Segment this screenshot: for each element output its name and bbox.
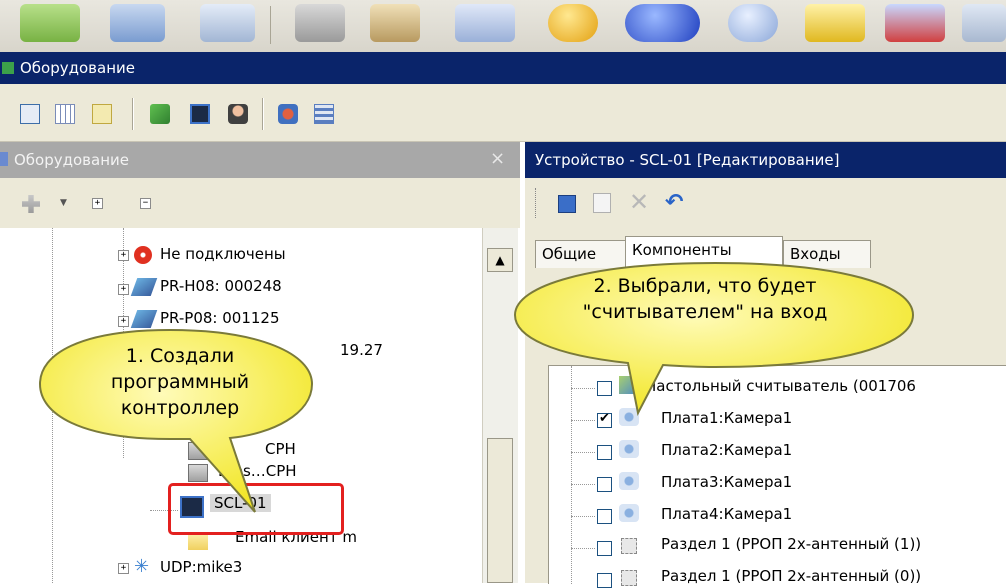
component-label[interactable]: Плата4:Камера1 [661, 505, 792, 523]
clock-app-icon[interactable] [728, 4, 778, 42]
callout-line: 1. Создали [125, 345, 235, 367]
item-checkbox[interactable] [597, 573, 612, 588]
panel-icon[interactable] [314, 104, 334, 124]
monitor-app-icon[interactable] [455, 4, 515, 42]
item-checkbox[interactable] [597, 509, 612, 524]
undo-icon[interactable]: ↶ [665, 190, 683, 215]
section-icon [621, 538, 637, 554]
save-icon[interactable] [558, 195, 576, 213]
equipment-panel-toolbar: ▼ + − [0, 178, 520, 228]
tree-view-icon[interactable] [20, 104, 40, 124]
window-title: Оборудование [20, 59, 135, 77]
camera-icon [619, 440, 639, 458]
tree-guide-line [571, 548, 595, 549]
equipment-panel-title: Оборудование [14, 151, 129, 169]
device-panel-title: Устройство - SCL-01 [Редактирование] [535, 151, 840, 169]
callout-line: программный [110, 371, 250, 393]
callout-line: контроллер [120, 397, 240, 419]
chart-app-icon[interactable] [20, 4, 80, 42]
door-app-icon[interactable] [370, 4, 420, 42]
panel-icon [0, 152, 8, 166]
item-checkbox[interactable] [597, 445, 612, 460]
expand-icon[interactable]: + [118, 250, 129, 261]
camera-icon [619, 504, 639, 522]
callout-line: "считывателем" на вход [582, 301, 828, 323]
run-icon[interactable] [150, 104, 170, 124]
delete-icon[interactable]: ✕ [629, 188, 649, 216]
collapse-all-icon[interactable]: − [140, 198, 151, 209]
add-icon[interactable] [22, 195, 40, 213]
app-launcher-bar [0, 0, 1006, 52]
device-panel-toolbar: ✕ ↶ [525, 178, 1006, 228]
window-title-bar: Оборудование [0, 52, 1006, 84]
tree-guide-line [571, 452, 595, 453]
edit-icon[interactable] [593, 193, 611, 213]
device-panel-header: Устройство - SCL-01 [Редактирование] [525, 142, 1006, 178]
settings-app-icon[interactable] [962, 4, 1006, 42]
building-app-icon[interactable] [110, 4, 165, 42]
chevron-down-icon[interactable]: ▼ [60, 198, 67, 208]
item-checkbox[interactable] [597, 541, 612, 556]
grid-view-icon[interactable] [55, 104, 75, 124]
terminal-icon[interactable] [190, 104, 210, 124]
group-icon[interactable] [278, 104, 298, 124]
notes-icon[interactable] [92, 104, 112, 124]
scroll-thumb[interactable] [487, 438, 513, 583]
device-icon [130, 278, 158, 296]
component-label[interactable]: Плата2:Камера1 [661, 441, 792, 459]
component-label[interactable]: Плата3:Камера1 [661, 473, 792, 491]
toolbar-separator [262, 98, 263, 130]
people-app-icon[interactable] [295, 4, 345, 42]
no-entry-icon [134, 246, 152, 264]
item-checkbox[interactable] [597, 477, 612, 492]
disk-app-icon[interactable] [548, 4, 598, 42]
component-label[interactable]: Раздел 1 (РРОП 2х-антенный (1)) [661, 535, 921, 553]
tree-item-label[interactable]: PR-H08: 000248 [160, 277, 282, 295]
expand-icon[interactable]: + [118, 284, 129, 295]
callout-line: 2. Выбрали, что будет [593, 275, 817, 297]
network-star-icon: ✳ [134, 556, 150, 577]
window-app-icon [2, 62, 14, 74]
users-app-icon[interactable] [885, 4, 945, 42]
equipment-panel-header: Оборудование × [0, 142, 520, 178]
pill-app-icon[interactable] [625, 4, 700, 42]
toolbar-separator [132, 98, 133, 130]
callout-text-2: 2. Выбрали, что будет "считывателем" на … [560, 273, 850, 325]
component-label[interactable]: Раздел 1 (РРОП 2х-антенный (0)) [661, 567, 921, 585]
close-icon[interactable]: × [490, 148, 505, 169]
document-app-icon[interactable] [200, 4, 255, 42]
expand-all-icon[interactable]: + [92, 198, 103, 209]
callout-text-1: 1. Создали программный контроллер [55, 343, 305, 421]
camera-icon [619, 472, 639, 490]
tree-item-label[interactable]: 19.27 [340, 341, 383, 359]
tree-item-label[interactable]: UDP:mike3 [160, 558, 242, 576]
expand-icon[interactable]: + [118, 563, 129, 574]
folder-app-icon[interactable] [805, 4, 865, 42]
user-icon[interactable] [228, 104, 248, 124]
tree-guide-line [571, 484, 595, 485]
toolbar-separator [270, 6, 271, 44]
tree-guide-line [571, 516, 595, 517]
section-icon [621, 570, 637, 586]
tree-item-label[interactable]: Не подключены [160, 245, 286, 263]
main-toolbar [0, 84, 1006, 142]
toolbar-grip [535, 188, 538, 218]
